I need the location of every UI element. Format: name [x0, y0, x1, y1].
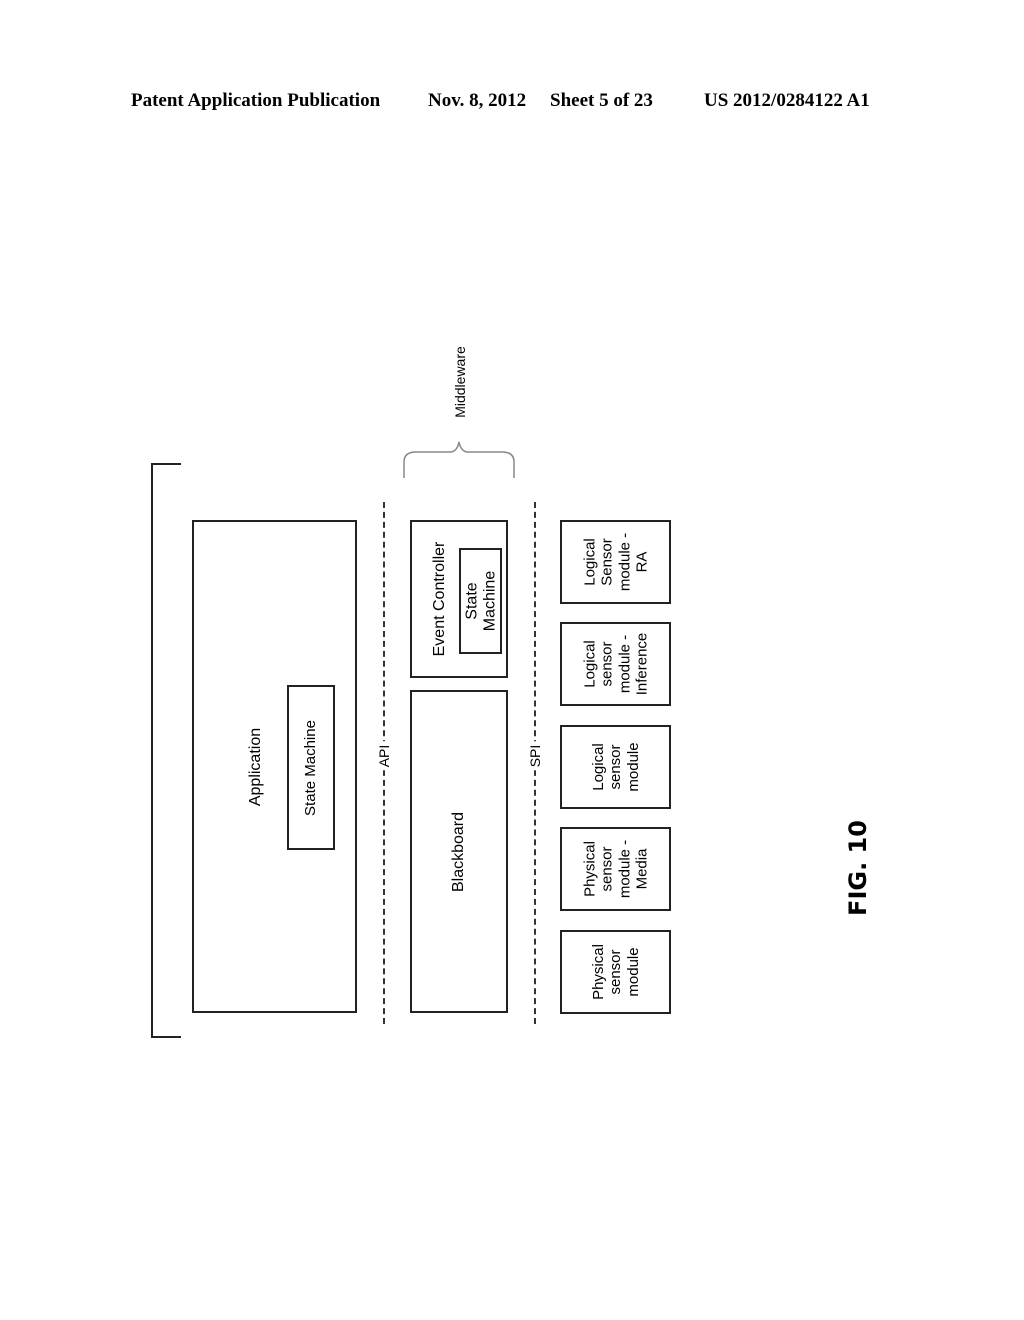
middleware-brace: [403, 441, 515, 478]
publication-date: Nov. 8, 2012: [428, 90, 527, 111]
sensor-module-logical: Logical sensor module: [560, 725, 671, 809]
sensor-module-physical-media: Physical sensor module - Media: [560, 827, 671, 911]
ec-state-machine-box: State Machine: [459, 548, 502, 654]
spi-label: SPI: [527, 741, 543, 771]
sensor-label: Logical sensor module - Inference: [581, 632, 650, 696]
blackboard-label: Blackboard: [450, 811, 468, 892]
sensor-label: Physical sensor module - Media: [581, 839, 650, 899]
app-state-machine-box: State Machine: [287, 685, 335, 850]
sensor-module-physical: Physical sensor module: [560, 930, 671, 1014]
application-label: Application: [247, 727, 265, 806]
application-box: Application State Machine: [192, 520, 357, 1013]
event-controller-box: Event Controller State Machine: [410, 520, 508, 678]
app-state-machine-label: State Machine: [301, 719, 319, 816]
sensor-label: Physical sensor module: [589, 944, 642, 1000]
figure-label: FIG. 10: [844, 820, 872, 916]
sensor-label: Logical Sensor module - RA: [581, 532, 650, 592]
sensor-module-logical-ra: Logical Sensor module - RA: [560, 520, 671, 604]
sensor-label: Logical sensor module: [589, 742, 642, 792]
patent-number: US 2012/0284122 A1: [704, 90, 870, 111]
event-controller-label: Event Controller: [431, 541, 449, 657]
blackboard-box: Blackboard: [410, 690, 508, 1013]
api-label: API: [376, 741, 392, 771]
ec-state-machine-label: State Machine: [462, 570, 498, 632]
system-bracket: [151, 463, 181, 1038]
middleware-label: Middleware: [452, 343, 468, 421]
sheet-number: Sheet 5 of 23: [550, 90, 653, 111]
publication-title: Patent Application Publication: [131, 90, 381, 111]
sensor-module-logical-inference: Logical sensor module - Inference: [560, 622, 671, 706]
